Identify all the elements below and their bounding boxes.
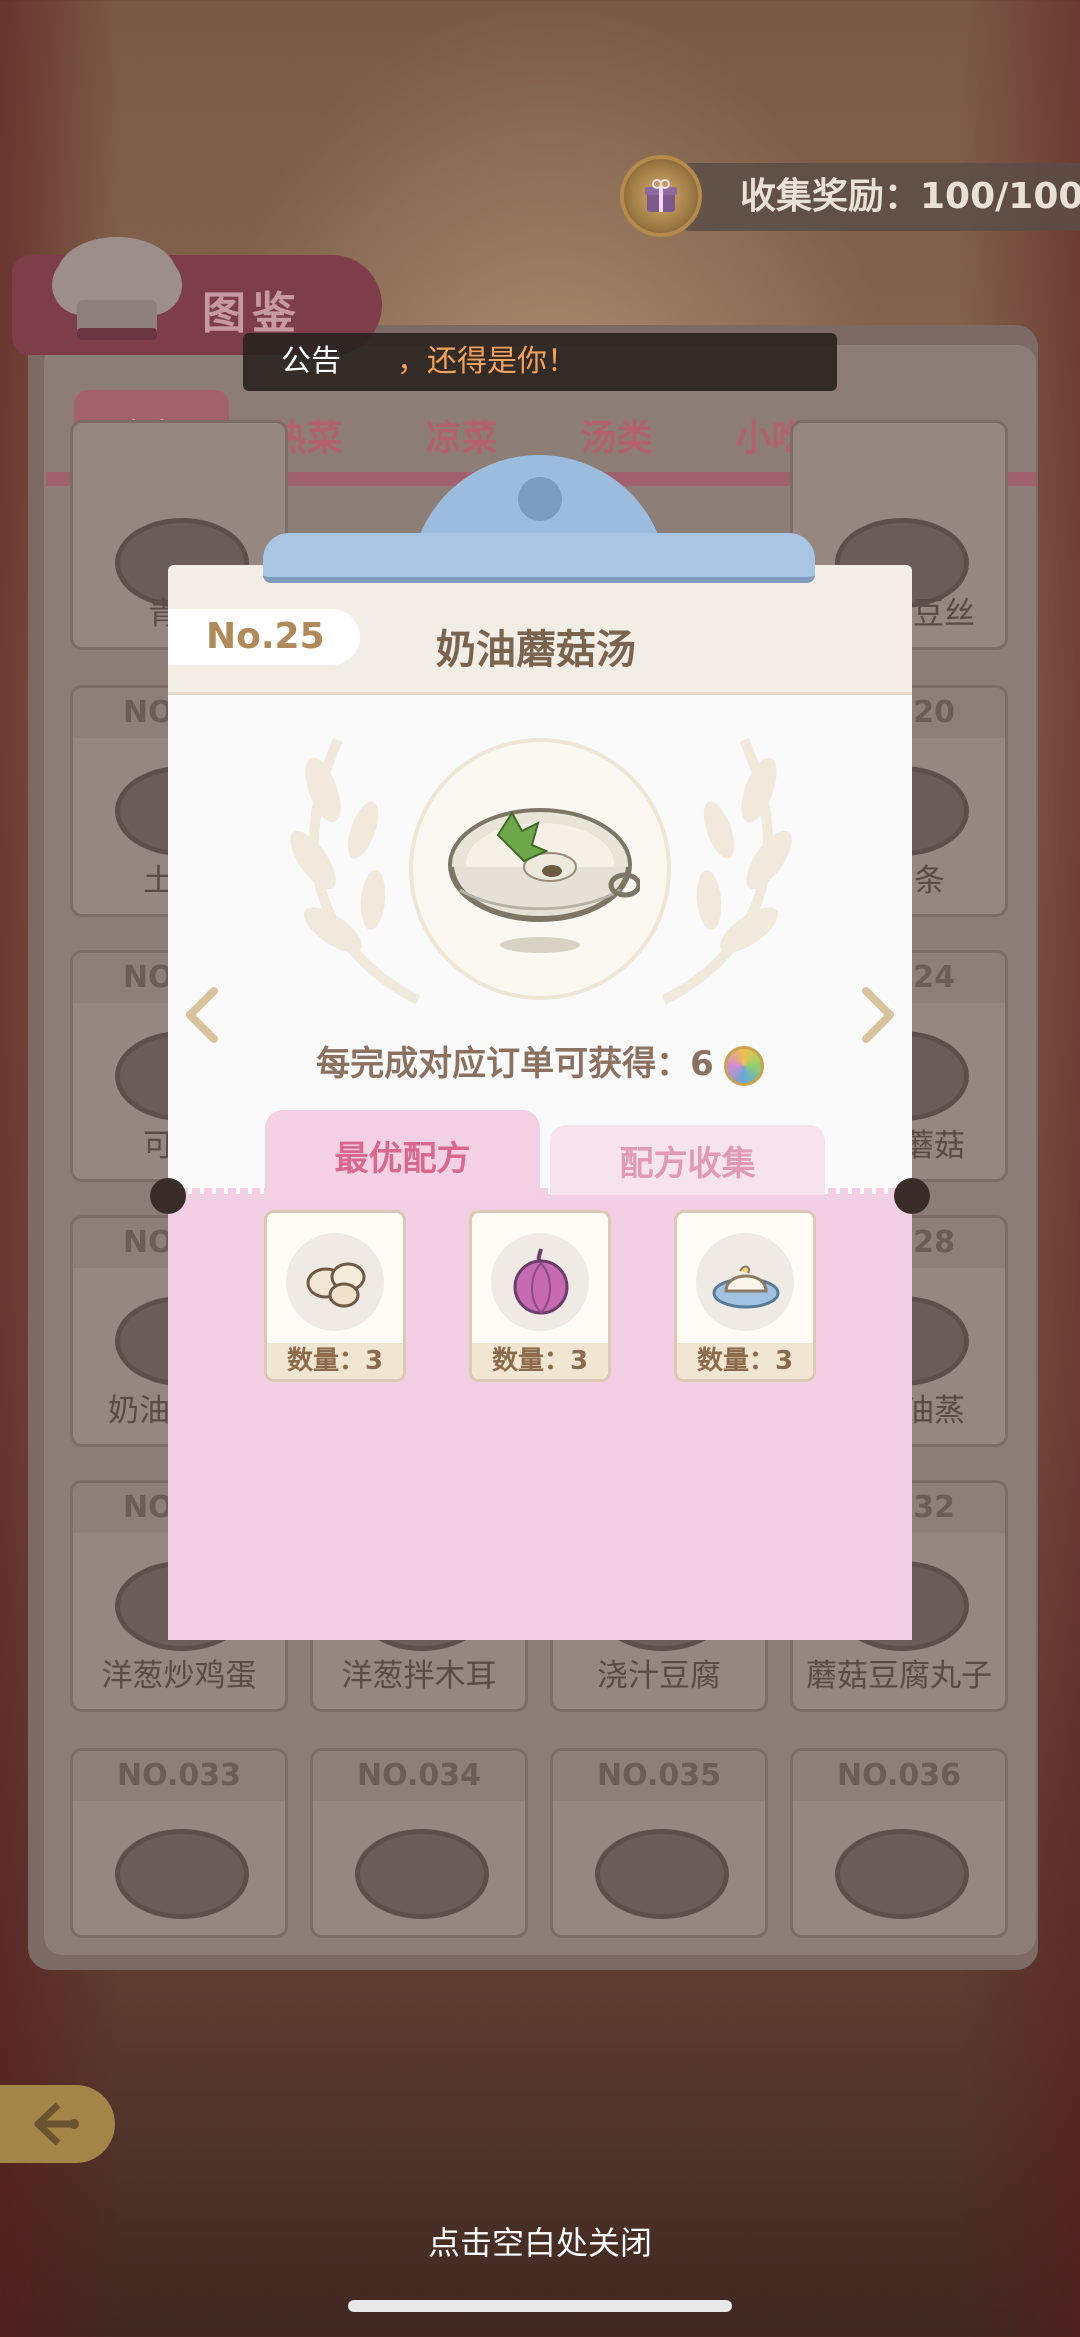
rainbow-coin-icon bbox=[723, 1045, 764, 1086]
clipboard-bar bbox=[263, 533, 815, 583]
ingredient-quantity: 数量：3 bbox=[677, 1343, 813, 1379]
recipe-header: No.25 奶油蘑菇汤 bbox=[168, 565, 912, 695]
collect-reward-label: 收集奖励：100/100 bbox=[680, 163, 1080, 231]
dish-card-number: NO.033 bbox=[73, 1751, 285, 1801]
dish-plate bbox=[115, 1829, 249, 1919]
popup-notch-right bbox=[894, 1178, 930, 1214]
cream-mushroom-soup-icon bbox=[448, 808, 640, 953]
dish-card[interactable]: NO.035 bbox=[550, 1748, 768, 1938]
ingredient-quantity: 数量：3 bbox=[472, 1343, 608, 1379]
dish-plate bbox=[595, 1829, 729, 1919]
mushroom-icon bbox=[306, 1262, 366, 1308]
dish-plate bbox=[835, 1829, 969, 1919]
tab-recipe-collection[interactable]: 配方收集 bbox=[550, 1125, 825, 1195]
dish-card-name: 洋葱拌木耳 bbox=[341, 1658, 497, 1694]
dish-card-number: NO.036 bbox=[793, 1751, 1005, 1801]
ingredient-card[interactable]: 数量：3 bbox=[264, 1210, 406, 1382]
dish-card-number: NO.035 bbox=[553, 1751, 765, 1801]
dish-card[interactable]: NO.034 bbox=[310, 1748, 528, 1938]
dish-plate bbox=[355, 1829, 489, 1919]
announcement-label: 公告 bbox=[281, 344, 341, 379]
dish-card-name: 蘑菇豆腐丸子 bbox=[806, 1658, 992, 1694]
clipboard-clip-hole bbox=[518, 477, 562, 521]
gift-icon bbox=[620, 155, 702, 237]
ingredient-card[interactable]: 数量：3 bbox=[469, 1210, 611, 1382]
cream-icon bbox=[712, 1265, 780, 1309]
dish-card[interactable]: NO.036 bbox=[790, 1748, 1008, 1938]
recipe-title: 奶油蘑菇汤 bbox=[436, 627, 636, 673]
announcement-message: ，还得是你！ bbox=[397, 344, 577, 379]
onion-icon bbox=[513, 1248, 569, 1315]
recipe-number: No.25 bbox=[168, 609, 360, 665]
dish-card-number: NO.034 bbox=[313, 1751, 525, 1801]
order-reward-label: 每完成对应订单可获得：6 bbox=[316, 1044, 714, 1084]
dish-card-name: 洋葱炒鸡蛋 bbox=[101, 1658, 257, 1694]
chef-hat-icon bbox=[52, 237, 182, 340]
ingredient-card[interactable]: 数量：3 bbox=[674, 1210, 816, 1382]
order-reward-text: 每完成对应订单可获得：6 bbox=[0, 1036, 1080, 1086]
tab-best-recipe[interactable]: 最优配方 bbox=[265, 1110, 540, 1200]
popup-notch-left bbox=[150, 1178, 186, 1214]
back-button[interactable] bbox=[0, 2085, 115, 2163]
close-hint[interactable]: 点击空白处关闭 bbox=[0, 2218, 1080, 2264]
codex-title: 图鉴 bbox=[202, 288, 302, 339]
announcement-banner: 公告 ，还得是你！ bbox=[243, 333, 837, 391]
collect-reward[interactable]: 收集奖励：100/100 bbox=[620, 155, 1080, 237]
dish-card[interactable]: NO.033 bbox=[70, 1748, 288, 1938]
ingredient-quantity: 数量：3 bbox=[267, 1343, 403, 1379]
dish-card-name: 浇汁豆腐 bbox=[597, 1658, 721, 1694]
home-indicator[interactable] bbox=[348, 2300, 732, 2312]
back-arrow-icon bbox=[34, 2102, 79, 2146]
